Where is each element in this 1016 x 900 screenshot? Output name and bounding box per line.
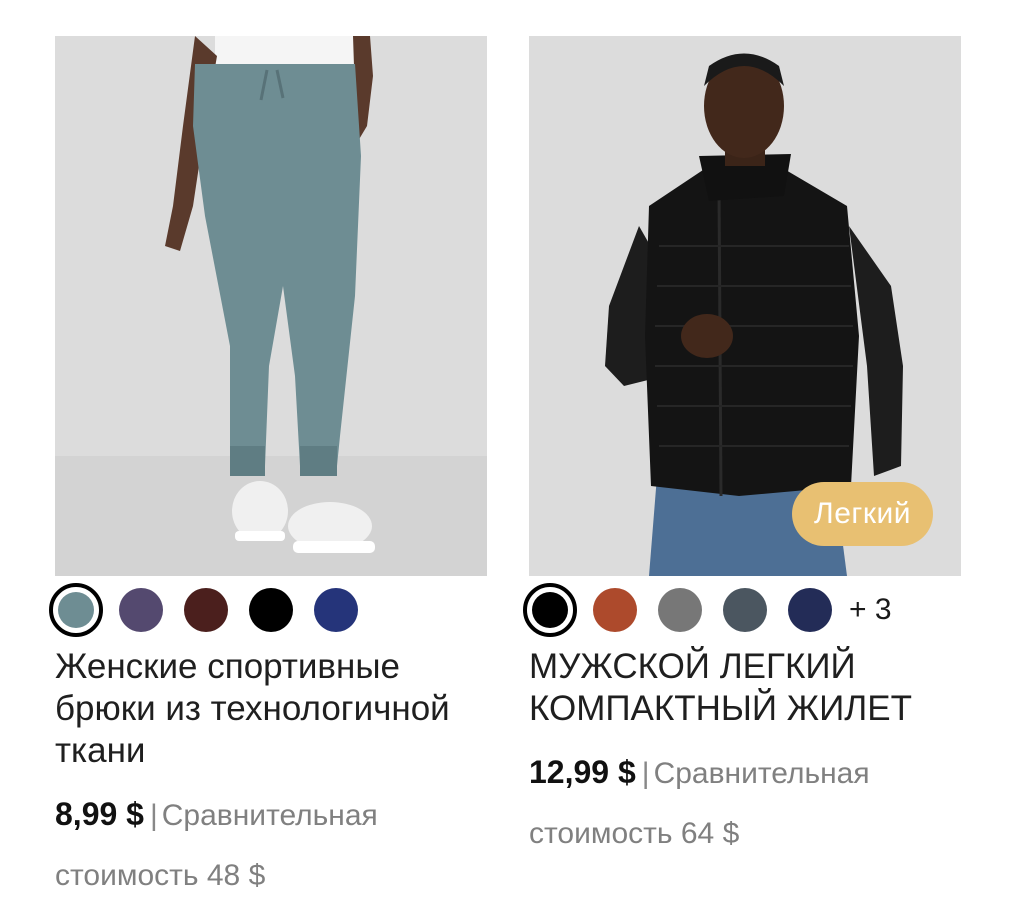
price-separator: |: [149, 799, 158, 832]
color-swatches: [49, 578, 487, 642]
swatch-gray[interactable]: [658, 588, 702, 632]
swatch-navy[interactable]: [788, 588, 832, 632]
price-line: 8,99 $ | Сравнительная стоимость 48 $: [55, 784, 487, 900]
swatch-teal-gray[interactable]: [49, 583, 103, 637]
swatch-rust[interactable]: [593, 588, 637, 632]
more-colors-link[interactable]: + 3: [849, 593, 892, 627]
swatch-black[interactable]: [523, 583, 577, 637]
price-separator: |: [641, 757, 650, 790]
swatch-slate[interactable]: [723, 588, 767, 632]
product-card[interactable]: Женские спортивные брюки из технологично…: [49, 36, 487, 900]
swatch-burgundy[interactable]: [184, 588, 228, 632]
product-title[interactable]: МУЖСКОЙ ЛЕГКИЙ КОМПАКТНЫЙ ЖИЛЕТ: [529, 646, 961, 730]
product-image[interactable]: [55, 36, 487, 576]
jogger-pants-image: [55, 36, 487, 576]
swatch-purple[interactable]: [119, 588, 163, 632]
product-title[interactable]: Женские спортивные брюки из технологично…: [55, 646, 487, 772]
price-line: 12,99 $ | Сравнительная стоимость 64 $: [529, 742, 961, 864]
feature-badge: Легкий: [792, 482, 933, 546]
color-swatches: + 3: [523, 578, 961, 642]
swatch-navy[interactable]: [314, 588, 358, 632]
product-price: 12,99 $: [529, 754, 636, 790]
product-card[interactable]: Легкий + 3 МУЖСКОЙ ЛЕГКИЙ КОМПАКТНЫЙ ЖИЛ…: [523, 36, 961, 864]
product-price: 8,99 $: [55, 796, 144, 832]
product-image[interactable]: Легкий: [529, 36, 961, 576]
swatch-black[interactable]: [249, 588, 293, 632]
